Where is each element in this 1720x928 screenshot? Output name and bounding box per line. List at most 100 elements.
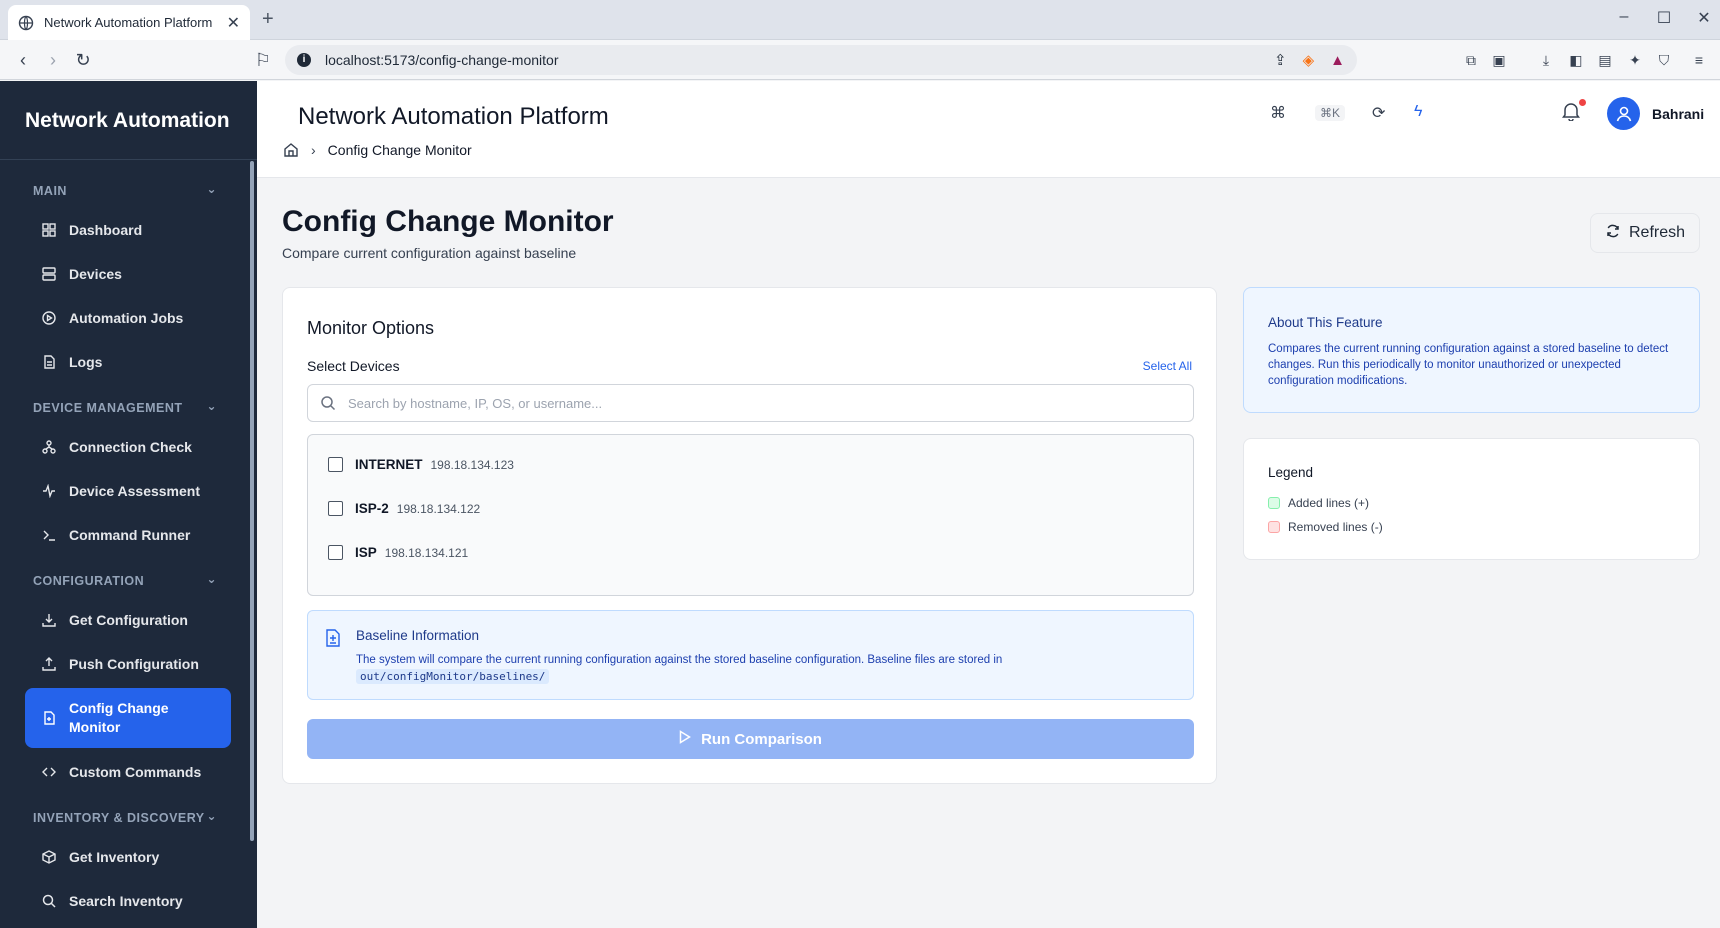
address-bar[interactable]: i localhost:5173/config-change-monitor ⇪… (285, 45, 1357, 75)
sidebar-item-label: Config Change Monitor (69, 699, 169, 737)
server-icon (41, 266, 57, 282)
sidebar-item-custom-commands[interactable]: Custom Commands (25, 752, 231, 792)
sidebar-item-push-configuration[interactable]: Push Configuration (25, 644, 231, 684)
sidebar-item-command-runner[interactable]: Command Runner (25, 515, 231, 555)
device-name: ISP (355, 545, 377, 560)
device-row[interactable]: ISP-2 198.18.134.122 (328, 501, 480, 516)
bell-icon[interactable] (1562, 101, 1580, 121)
lightning-icon[interactable]: ϟ (1414, 103, 1422, 121)
section-configuration[interactable]: CONFIGURATION ⌄ (33, 572, 217, 588)
leo-ai-icon[interactable]: ✦ (1626, 51, 1644, 69)
brave-rewards-icon[interactable]: ▲ (1330, 52, 1345, 69)
chevron-down-icon: ⌄ (206, 809, 217, 823)
sidebar-item-logs[interactable]: Logs (25, 342, 231, 382)
device-search-input[interactable] (348, 395, 1193, 411)
legend-swatch-removed (1268, 521, 1280, 533)
sidebar-item-device-assessment[interactable]: Device Assessment (25, 471, 231, 511)
minimize-icon[interactable]: – (1614, 8, 1634, 26)
about-text: Compares the current running configurati… (1268, 343, 1669, 388)
device-list: INTERNET 198.18.134.123 ISP-2 198.18.134… (307, 434, 1194, 596)
reader-icon[interactable]: ▣ (1490, 51, 1508, 69)
run-comparison-button[interactable]: Run Comparison (307, 719, 1194, 759)
download-icon (41, 612, 57, 628)
search-icon (321, 396, 336, 411)
sidebar-item-get-inventory[interactable]: Get Inventory (25, 837, 231, 877)
sidebar-item-automation-jobs[interactable]: Automation Jobs (25, 298, 231, 338)
vpn-icon[interactable]: ⛉ (1655, 51, 1673, 69)
section-device-management[interactable]: DEVICE MANAGEMENT ⌄ (33, 399, 217, 415)
sidebar-brand: Network Automation (25, 109, 230, 132)
search-icon (41, 893, 57, 909)
legend-card: Legend Added lines (+) Removed lines (-) (1243, 438, 1700, 560)
home-icon[interactable] (283, 142, 299, 158)
about-feature-card: About This Feature Compares the current … (1243, 287, 1700, 413)
avatar[interactable] (1607, 97, 1640, 130)
baseline-text: The system will compare the current runn… (356, 654, 1003, 666)
sidebar-item-connection-check[interactable]: Connection Check (25, 427, 231, 467)
forward-icon[interactable]: › (42, 49, 64, 71)
sidebar-item-search-inventory[interactable]: Search Inventory (25, 881, 231, 921)
sidebar-item-label: Push Configuration (69, 656, 199, 672)
select-all-link[interactable]: Select All (1143, 359, 1192, 373)
sidebar-item-get-configuration[interactable]: Get Configuration (25, 600, 231, 640)
command-icon[interactable]: ⌘ (1270, 103, 1286, 123)
maximize-icon[interactable]: ☐ (1654, 8, 1674, 28)
app-header: Network Automation Platform › Config Cha… (257, 81, 1720, 178)
baseline-info-box: Baseline Information The system will com… (307, 610, 1194, 700)
legend-item-removed: Removed lines (-) (1268, 520, 1383, 534)
refresh-label: Refresh (1628, 224, 1686, 241)
back-icon[interactable]: ‹ (12, 49, 34, 71)
select-devices-label: Select Devices (307, 358, 400, 374)
activity-icon (41, 483, 57, 499)
device-checkbox[interactable] (328, 457, 343, 472)
bookmark-icon[interactable]: ⚐ (252, 49, 274, 71)
network-icon (41, 439, 57, 455)
breadcrumb-current: Config Change Monitor (327, 142, 472, 158)
device-ip: 198.18.134.123 (430, 457, 514, 472)
section-main[interactable]: MAIN ⌄ (33, 182, 217, 198)
baseline-title: Baseline Information (356, 628, 480, 643)
chevron-down-icon: ⌄ (206, 182, 217, 196)
file-diff-icon (41, 710, 57, 726)
device-search-field[interactable] (307, 384, 1194, 422)
new-tab-icon[interactable]: + (262, 8, 274, 31)
user-name[interactable]: Bahrani (1652, 106, 1704, 122)
chevron-down-icon: ⌄ (206, 572, 217, 586)
browser-tabbar: Network Automation Platform ✕ + – ☐ ✕ (0, 0, 1720, 40)
section-inventory-discovery[interactable]: INVENTORY & DISCOVERY ⌄ (33, 809, 217, 825)
legend-item-added: Added lines (+) (1268, 496, 1369, 510)
sidebar-item-devices[interactable]: Devices (25, 254, 231, 294)
wallet-icon[interactable]: ▤ (1596, 51, 1614, 69)
upload-icon (41, 656, 57, 672)
device-row[interactable]: INTERNET 198.18.134.123 (328, 457, 514, 472)
device-row[interactable]: ISP 198.18.134.121 (328, 545, 468, 560)
code-icon (41, 764, 57, 780)
device-checkbox[interactable] (328, 545, 343, 560)
sidebar-toggle-icon[interactable]: ◧ (1567, 51, 1585, 69)
extensions-icon[interactable]: ⧉ (1462, 51, 1480, 69)
tab-close-icon[interactable]: ✕ (227, 13, 240, 33)
tab-title: Network Automation Platform (44, 15, 213, 30)
chevron-right-icon: › (311, 142, 316, 158)
sidebar-item-label: Dashboard (69, 222, 143, 238)
brave-shield-icon[interactable]: ◈ (1303, 51, 1315, 69)
reload-icon[interactable]: ↻ (72, 49, 94, 71)
sidebar-scrollbar[interactable] (250, 161, 254, 841)
file-text-icon (41, 354, 57, 370)
baseline-path: out/configMonitor/baselines/ (356, 669, 550, 684)
sync-icon[interactable]: ⟳ (1372, 103, 1385, 123)
sidebar-divider (0, 159, 257, 160)
sidebar-item-config-change-monitor[interactable]: Config Change Monitor (25, 688, 231, 748)
device-checkbox[interactable] (328, 501, 343, 516)
refresh-button[interactable]: Refresh (1590, 213, 1700, 253)
browser-tab[interactable]: Network Automation Platform ✕ (8, 5, 250, 40)
menu-icon[interactable]: ≡ (1690, 51, 1708, 69)
share-icon[interactable]: ⇪ (1274, 51, 1287, 69)
section-label: DEVICE MANAGEMENT (33, 401, 183, 415)
window-close-icon[interactable]: ✕ (1694, 8, 1714, 28)
site-info-icon[interactable]: i (297, 53, 311, 67)
sidebar-item-dashboard[interactable]: Dashboard (25, 210, 231, 250)
section-label: MAIN (33, 184, 67, 198)
download-icon[interactable]: ⤓ (1537, 51, 1555, 69)
sidebar: Network Automation MAIN ⌄ Dashboard Devi… (0, 81, 257, 928)
